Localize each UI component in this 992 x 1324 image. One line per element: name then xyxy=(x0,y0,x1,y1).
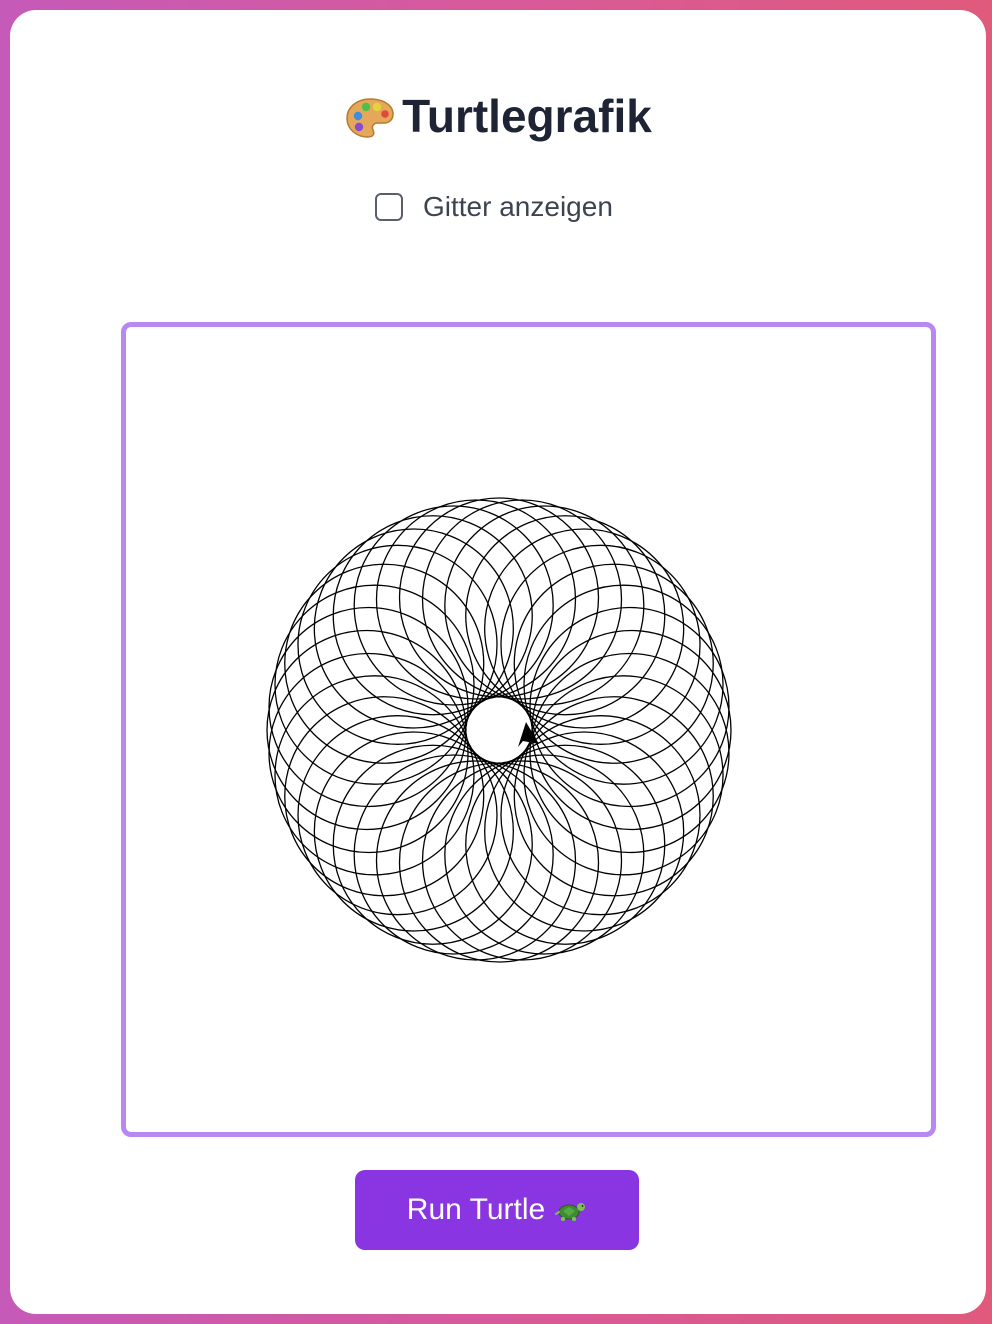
turtle-icon xyxy=(555,1197,587,1223)
grid-toggle[interactable]: Gitter anzeigen xyxy=(375,190,613,224)
app-title-text: Turtlegrafik xyxy=(402,90,652,142)
rosette-circle xyxy=(353,505,554,706)
rosette-circle xyxy=(444,754,645,955)
rosette-circle xyxy=(274,675,475,876)
palette-icon xyxy=(344,94,396,138)
rosette-circle xyxy=(398,497,600,698)
rosette-circle xyxy=(266,629,467,831)
rosette-circle xyxy=(398,762,600,963)
run-turtle-button[interactable]: Run Turtle xyxy=(355,1170,639,1250)
run-button-label: Run Turtle xyxy=(406,1193,546,1226)
rosette-circle xyxy=(353,754,554,955)
grid-checkbox[interactable] xyxy=(375,193,403,221)
grid-checkbox-label: Gitter anzeigen xyxy=(423,191,613,222)
turtle-canvas[interactable] xyxy=(121,322,936,1137)
rosette-circle xyxy=(531,629,732,831)
rosette-circle xyxy=(444,505,645,706)
rosette-circle xyxy=(274,584,475,785)
page-title: Turtlegrafik xyxy=(10,86,986,146)
turtle-drawing xyxy=(266,497,732,963)
rosette-circle xyxy=(523,584,724,785)
main-card: Turtlegrafik Gitter anzeigen Run Turtle xyxy=(10,10,986,1314)
rosette-circle xyxy=(523,675,724,876)
